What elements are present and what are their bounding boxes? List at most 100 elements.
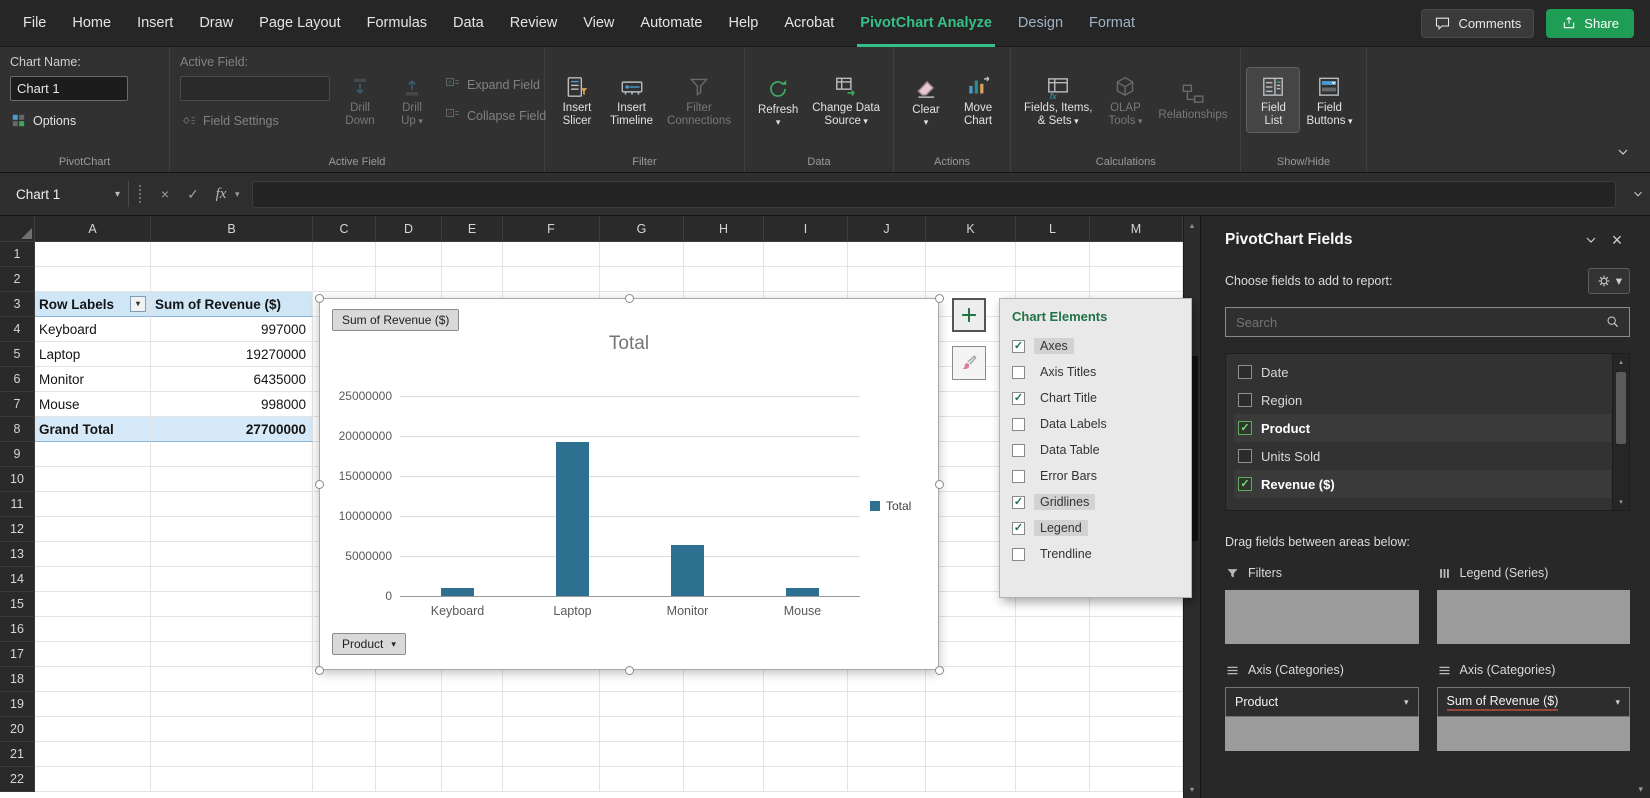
- cell-M17[interactable]: [1090, 642, 1183, 667]
- options-button[interactable]: Options: [10, 112, 159, 129]
- chart-selection-handle[interactable]: [625, 666, 634, 675]
- cell-M22[interactable]: [1090, 767, 1183, 792]
- bar-monitor[interactable]: [671, 545, 704, 596]
- cell-A11[interactable]: [35, 492, 151, 517]
- cell-L2[interactable]: [1016, 267, 1090, 292]
- col-header-F[interactable]: F: [503, 216, 600, 242]
- col-header-H[interactable]: H: [684, 216, 764, 242]
- row-header-5[interactable]: 5: [0, 342, 35, 367]
- cell-J20[interactable]: [848, 717, 926, 742]
- cell-A13[interactable]: [35, 542, 151, 567]
- field-checkbox-units-sold[interactable]: [1238, 449, 1252, 463]
- cell-M2[interactable]: [1090, 267, 1183, 292]
- cell-G21[interactable]: [600, 742, 684, 767]
- cell-H20[interactable]: [684, 717, 764, 742]
- cell-C1[interactable]: [313, 242, 376, 267]
- row-header-16[interactable]: 16: [0, 617, 35, 642]
- bar-mouse[interactable]: [786, 588, 819, 596]
- cell-E20[interactable]: [442, 717, 503, 742]
- row-labels-filter-button[interactable]: ▾: [130, 296, 146, 312]
- cell-M20[interactable]: [1090, 717, 1183, 742]
- cell-A6[interactable]: Monitor: [35, 367, 151, 392]
- cell-E2[interactable]: [442, 267, 503, 292]
- field-item-units-sold[interactable]: Units Sold: [1234, 442, 1611, 470]
- col-header-G[interactable]: G: [600, 216, 684, 242]
- cell-M18[interactable]: [1090, 667, 1183, 692]
- col-header-A[interactable]: A: [35, 216, 151, 242]
- cell-F18[interactable]: [503, 667, 600, 692]
- chart-elements-button[interactable]: [952, 298, 986, 332]
- cell-D18[interactable]: [376, 667, 442, 692]
- chart-selection-handle[interactable]: [625, 294, 634, 303]
- cell-B18[interactable]: [151, 667, 313, 692]
- cell-A7[interactable]: Mouse: [35, 392, 151, 417]
- cell-I22[interactable]: [764, 767, 848, 792]
- row-header-14[interactable]: 14: [0, 567, 35, 592]
- chart-element-checkbox-axis-titles[interactable]: [1012, 366, 1025, 379]
- cell-I1[interactable]: [764, 242, 848, 267]
- col-header-L[interactable]: L: [1016, 216, 1090, 242]
- row-header-1[interactable]: 1: [0, 242, 35, 267]
- ribbon-tab-draw[interactable]: Draw: [186, 0, 246, 47]
- row-header-6[interactable]: 6: [0, 367, 35, 392]
- insert-function-button[interactable]: fx: [207, 186, 235, 203]
- field-scroll-up-icon[interactable]: ▴: [1613, 354, 1629, 370]
- cell-F20[interactable]: [503, 717, 600, 742]
- cell-L17[interactable]: [1016, 642, 1090, 667]
- row-header-8[interactable]: 8: [0, 417, 35, 442]
- field-scrollbar-thumb[interactable]: [1616, 372, 1626, 444]
- cell-L22[interactable]: [1016, 767, 1090, 792]
- ribbon-tab-data[interactable]: Data: [440, 0, 497, 47]
- cell-L20[interactable]: [1016, 717, 1090, 742]
- chart-element-checkbox-error-bars[interactable]: [1012, 470, 1025, 483]
- cell-B14[interactable]: [151, 567, 313, 592]
- field-item-date[interactable]: Date: [1234, 358, 1611, 386]
- ribbon-tab-insert[interactable]: Insert: [124, 0, 186, 47]
- cell-B22[interactable]: [151, 767, 313, 792]
- pane-close-icon[interactable]: ×: [1604, 229, 1630, 251]
- field-checkbox-revenue[interactable]: ✓: [1238, 477, 1252, 491]
- col-header-B[interactable]: B: [151, 216, 313, 242]
- chart-selection-handle[interactable]: [935, 294, 944, 303]
- cell-C2[interactable]: [313, 267, 376, 292]
- name-box[interactable]: Chart 1 ▾: [0, 173, 128, 215]
- row-header-2[interactable]: 2: [0, 267, 35, 292]
- cell-L1[interactable]: [1016, 242, 1090, 267]
- cell-I19[interactable]: [764, 692, 848, 717]
- field-item-region[interactable]: Region: [1234, 386, 1611, 414]
- comments-button[interactable]: Comments: [1421, 9, 1534, 38]
- cell-A10[interactable]: [35, 467, 151, 492]
- cell-M19[interactable]: [1090, 692, 1183, 717]
- pane-collapse-chevron-icon[interactable]: [1578, 229, 1604, 251]
- row-header-9[interactable]: 9: [0, 442, 35, 467]
- cell-G1[interactable]: [600, 242, 684, 267]
- field-list-scrollbar[interactable]: ▴ ▾: [1612, 354, 1629, 510]
- cell-F2[interactable]: [503, 267, 600, 292]
- field-buttons-button[interactable]: FieldButtons ▾: [1299, 68, 1359, 132]
- move-chart-button[interactable]: MoveChart: [952, 68, 1004, 132]
- cell-K17[interactable]: [926, 642, 1016, 667]
- cell-A1[interactable]: [35, 242, 151, 267]
- row-header-11[interactable]: 11: [0, 492, 35, 517]
- cell-D21[interactable]: [376, 742, 442, 767]
- cell-B13[interactable]: [151, 542, 313, 567]
- row-header-18[interactable]: 18: [0, 667, 35, 692]
- row-header-12[interactable]: 12: [0, 517, 35, 542]
- cell-E19[interactable]: [442, 692, 503, 717]
- cell-K16[interactable]: [926, 617, 1016, 642]
- ribbon-tab-design[interactable]: Design: [1005, 0, 1076, 47]
- ribbon-tab-home[interactable]: Home: [59, 0, 124, 47]
- cell-F22[interactable]: [503, 767, 600, 792]
- col-header-C[interactable]: C: [313, 216, 376, 242]
- row-header-10[interactable]: 10: [0, 467, 35, 492]
- cell-A3[interactable]: Row Labels▾: [35, 292, 151, 317]
- cell-C21[interactable]: [313, 742, 376, 767]
- col-header-E[interactable]: E: [442, 216, 503, 242]
- cell-H21[interactable]: [684, 742, 764, 767]
- cell-D22[interactable]: [376, 767, 442, 792]
- cell-A18[interactable]: [35, 667, 151, 692]
- cell-B19[interactable]: [151, 692, 313, 717]
- cell-G2[interactable]: [600, 267, 684, 292]
- cell-F19[interactable]: [503, 692, 600, 717]
- row-header-4[interactable]: 4: [0, 317, 35, 342]
